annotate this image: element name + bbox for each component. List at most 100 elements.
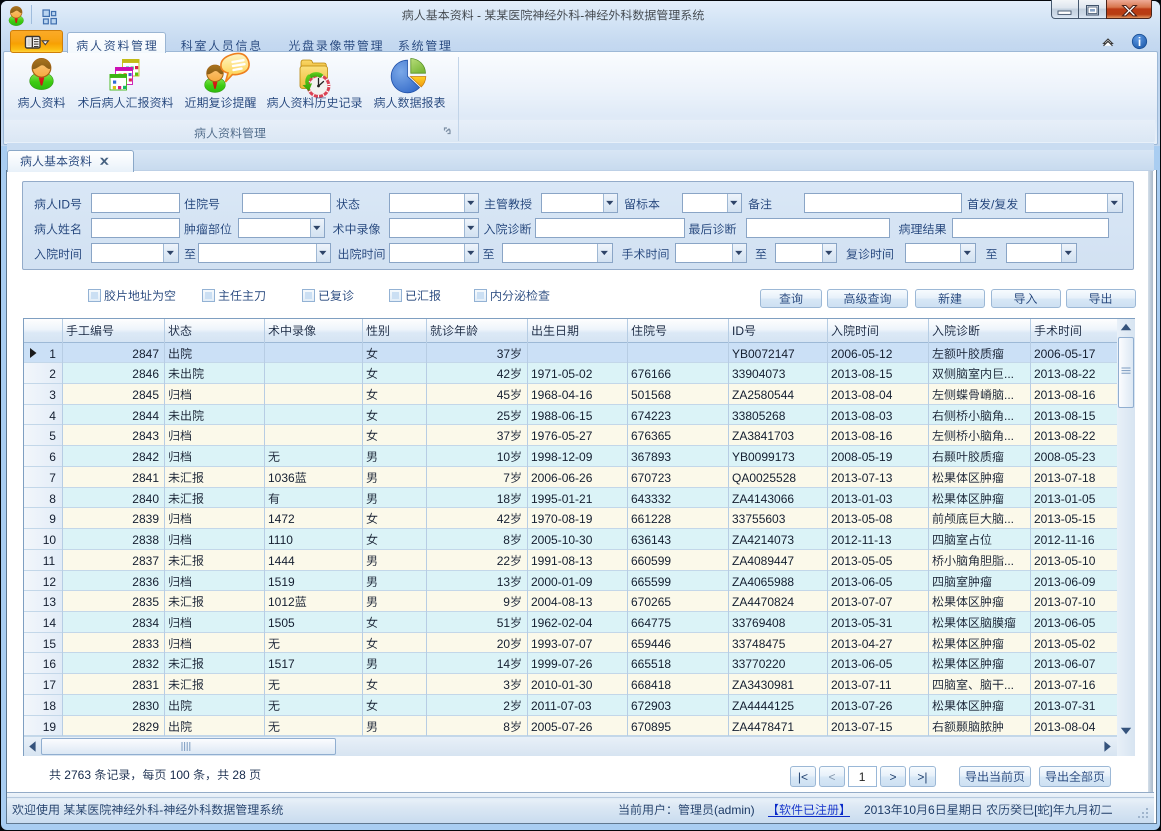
svg-text:...: ... [1004,429,1014,443]
svg-text:2008-05-23: 2008-05-23 [1034,450,1096,464]
svg-text:|<: |< [798,770,808,784]
svg-text:42: 42 [497,512,511,526]
svg-text:>: > [890,770,897,784]
svg-text:6: 6 [49,450,56,464]
svg-text:643332: 643332 [631,492,671,506]
svg-text:8: 8 [49,492,56,506]
svg-text:2013-06-07: 2013-06-07 [1034,657,1096,671]
svg-text:...: ... [1004,367,1014,381]
svg-text:2006-05-12: 2006-05-12 [831,347,893,361]
svg-text:1993-07-07: 1993-07-07 [531,637,593,651]
svg-text:14: 14 [43,616,57,630]
svg-text:1: 1 [49,347,56,361]
svg-text:ZA4065988: ZA4065988 [732,575,794,589]
svg-text:2013-08-22: 2013-08-22 [1034,367,1096,381]
svg-text:2013-07-26: 2013-07-26 [831,699,893,713]
svg-text:1991-08-13: 1991-08-13 [531,554,593,568]
svg-text:674223: 674223 [631,409,671,423]
svg-text:501568: 501568 [631,388,671,402]
svg-text:17: 17 [43,678,57,692]
svg-text:16: 16 [43,657,57,671]
svg-text:2841: 2841 [132,471,159,485]
svg-text:670723: 670723 [631,471,671,485]
svg-text:11: 11 [43,554,56,568]
svg-text:659446: 659446 [631,637,671,651]
svg-text:2013-07-13: 2013-07-13 [831,471,893,485]
svg-text:2834: 2834 [132,616,159,630]
svg-text:665518: 665518 [631,657,671,671]
svg-text:ZA4444125: ZA4444125 [732,699,794,713]
svg-text:2006-05-17: 2006-05-17 [1034,347,1096,361]
svg-text:2013-05-15: 2013-05-15 [1034,512,1096,526]
svg-text:12: 12 [43,575,57,589]
svg-text:100: 100 [170,768,190,782]
svg-text:2837: 2837 [132,554,159,568]
svg-text:[: [ [1034,803,1038,817]
svg-text:2836: 2836 [132,575,159,589]
svg-text:1472: 1472 [268,512,295,526]
svg-text:ZA3841703: ZA3841703 [732,429,794,443]
svg-text:9: 9 [49,512,56,526]
svg-text:33904073: 33904073 [732,367,786,381]
svg-text:1999-07-26: 1999-07-26 [531,657,593,671]
svg-text:2013-06-05: 2013-06-05 [831,657,893,671]
svg-text:/: / [991,198,995,212]
svg-text:]: ] [1049,803,1052,817]
svg-text:...: ... [1004,512,1014,526]
svg-text:2839: 2839 [132,512,159,526]
svg-text:2013-08-04: 2013-08-04 [1034,720,1096,734]
svg-text:2013: 2013 [864,803,891,817]
svg-text:2005-10-30: 2005-10-30 [531,533,593,547]
svg-text:1444: 1444 [268,554,295,568]
svg-text:10: 10 [903,803,917,817]
svg-text:2013-08-16: 2013-08-16 [1034,388,1096,402]
svg-text:(admin): (admin) [714,803,755,817]
svg-text:2013-04-27: 2013-04-27 [831,637,893,651]
svg-text:1988-06-15: 1988-06-15 [531,409,593,423]
svg-text:...: ... [1004,678,1014,692]
svg-text:...: ... [1004,409,1014,423]
svg-text:7: 7 [503,471,510,485]
svg-text:-: - [159,803,163,817]
svg-text:1971-05-02: 1971-05-02 [531,367,593,381]
svg-text:2013-08-15: 2013-08-15 [831,367,893,381]
svg-text:1: 1 [859,770,866,784]
svg-text:2013-07-16: 2013-07-16 [1034,678,1096,692]
svg-text:18: 18 [43,699,57,713]
svg-text:2832: 2832 [132,657,159,671]
svg-text:660599: 660599 [631,554,671,568]
svg-text:14: 14 [497,657,511,671]
svg-text:1976-05-27: 1976-05-27 [531,429,593,443]
svg-text:37: 37 [497,429,511,443]
svg-text:2013-07-18: 2013-07-18 [1034,471,1096,485]
svg-text:ID: ID [732,324,744,338]
svg-text:ZA3430981: ZA3430981 [732,678,794,692]
svg-text:2013-08-03: 2013-08-03 [831,409,893,423]
svg-text:2831: 2831 [132,678,159,692]
svg-text:668418: 668418 [631,678,671,692]
svg-text:42: 42 [497,367,511,381]
svg-text:6: 6 [928,803,935,817]
svg-text:7: 7 [49,471,56,485]
svg-text:2000-01-09: 2000-01-09 [531,575,593,589]
svg-text:2013-08-04: 2013-08-04 [831,388,893,402]
svg-text:19: 19 [43,720,57,734]
svg-text:2833: 2833 [132,637,159,651]
svg-text:-: - [477,9,481,23]
svg-text:10: 10 [497,450,511,464]
svg-text:2013-08-15: 2013-08-15 [1034,409,1096,423]
svg-text:2838: 2838 [132,533,159,547]
svg-text:670895: 670895 [631,720,671,734]
svg-text:2013-06-05: 2013-06-05 [831,575,893,589]
svg-text:1036: 1036 [268,471,295,485]
svg-text:18: 18 [497,492,511,506]
svg-text:2013-08-22: 2013-08-22 [1034,429,1096,443]
svg-text:8: 8 [503,533,510,547]
svg-text:33755603: 33755603 [732,512,786,526]
svg-text:367893: 367893 [631,450,671,464]
svg-text:>|: >| [917,770,927,784]
svg-text:2010-01-30: 2010-01-30 [531,678,593,692]
svg-text:33748475: 33748475 [732,637,786,651]
svg-text:...: ... [1004,388,1014,402]
svg-text:ZA4470824: ZA4470824 [732,595,794,609]
